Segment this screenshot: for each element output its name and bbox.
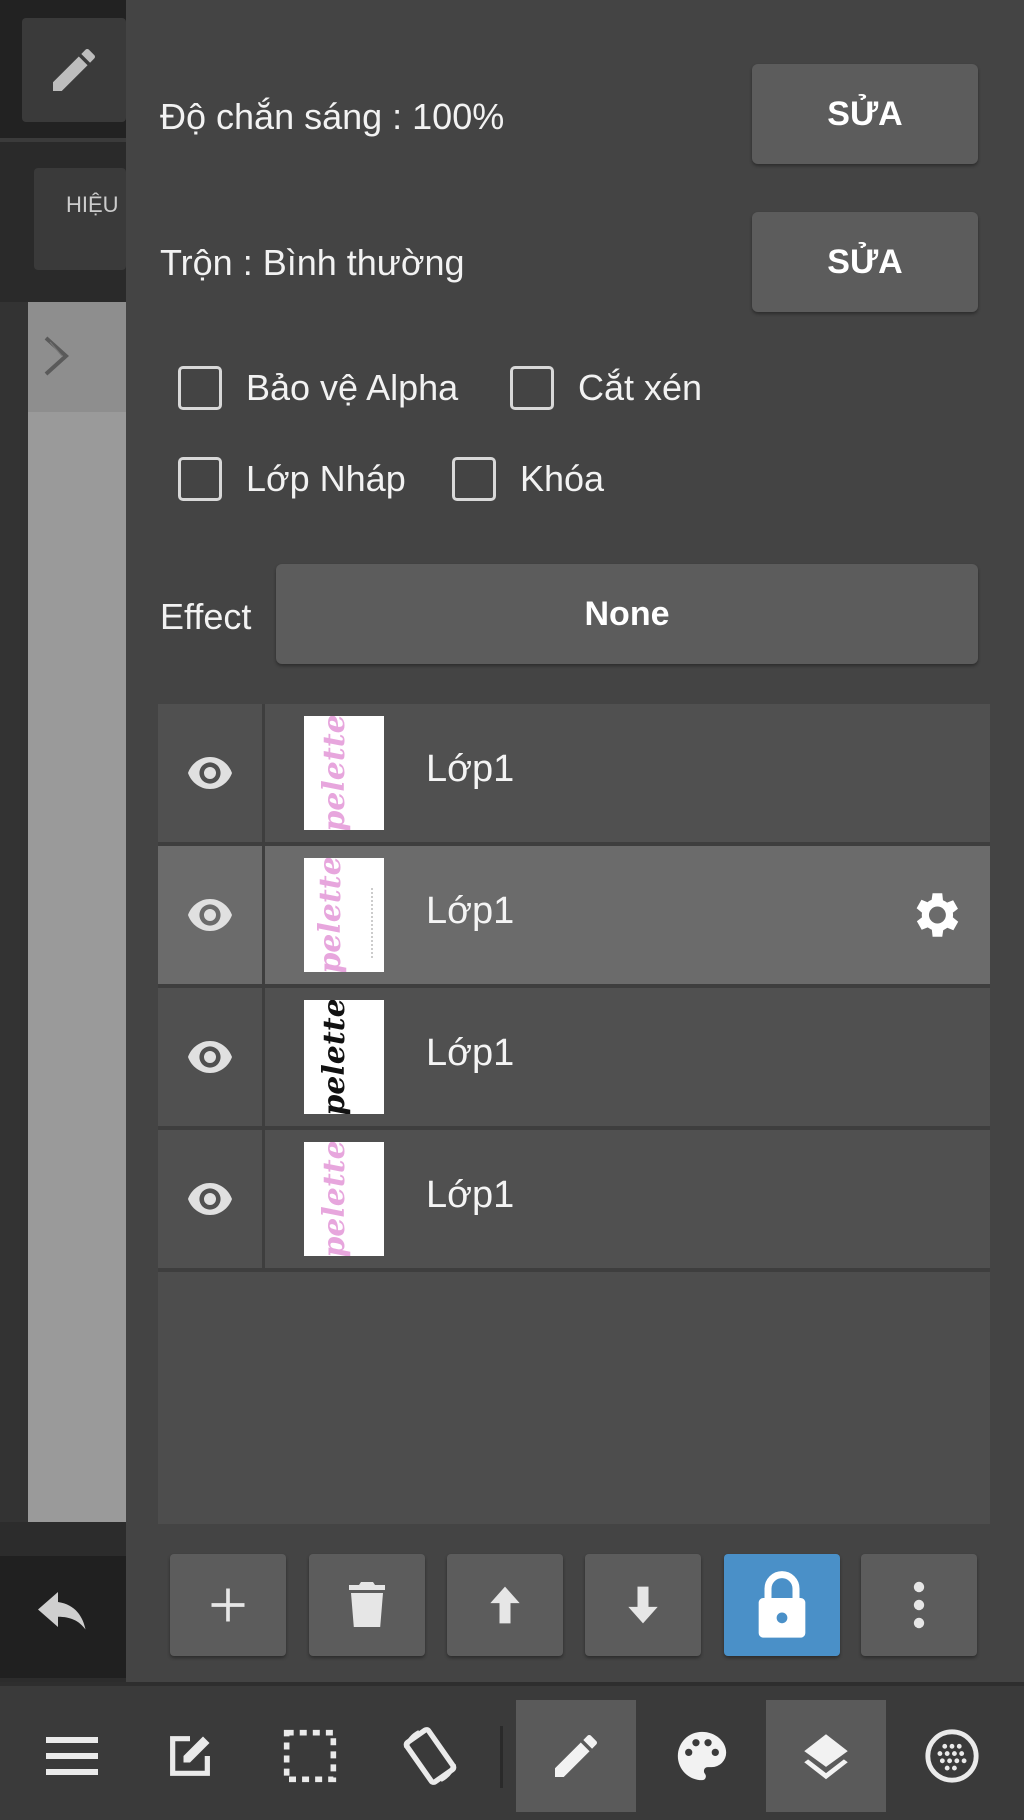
layer-thumbnail: pelette bbox=[304, 1000, 384, 1114]
layer-thumbnail: pelette bbox=[304, 716, 384, 830]
rotate-canvas-button[interactable] bbox=[370, 1700, 490, 1812]
blend-edit-button[interactable]: SỬA bbox=[752, 212, 978, 312]
column-divider bbox=[262, 846, 265, 984]
checkbox-label: Khóa bbox=[520, 458, 605, 499]
chevron-right-icon[interactable] bbox=[40, 334, 74, 383]
draft-layer-checkbox[interactable]: Lớp Nháp bbox=[178, 457, 406, 501]
opacity-label: Độ chắn sáng : 100% bbox=[160, 96, 505, 137]
add-layer-button[interactable] bbox=[170, 1554, 286, 1656]
edit-square-icon bbox=[170, 1736, 210, 1776]
column-divider bbox=[262, 988, 265, 1126]
layer-list: pelette Lớp1 pelette Lớp1 pelette Lớp1 p… bbox=[158, 704, 990, 1524]
lock-icon bbox=[758, 1571, 806, 1638]
nav-divider bbox=[500, 1726, 503, 1788]
layers-icon bbox=[804, 1734, 848, 1780]
pen-tool-button[interactable] bbox=[22, 18, 126, 122]
effect-select-button[interactable]: None bbox=[276, 564, 978, 664]
materials-button[interactable] bbox=[892, 1700, 1012, 1812]
arrow-up-icon bbox=[490, 1586, 520, 1624]
left-canvas-gutter bbox=[0, 302, 28, 1552]
edit-button[interactable] bbox=[130, 1700, 250, 1812]
alpha-protect-checkbox[interactable]: Bảo vệ Alpha bbox=[178, 366, 458, 410]
svg-text:pelette: pelette bbox=[313, 858, 348, 972]
opacity-edit-button[interactable]: SỬA bbox=[752, 64, 978, 164]
visibility-toggle[interactable] bbox=[158, 704, 262, 842]
layer-name: Lớp1 bbox=[426, 748, 515, 790]
blend-mode-label: Trộn : Bình thường bbox=[160, 242, 465, 283]
left-under-canvas bbox=[0, 1522, 126, 1552]
checkbox-label: Lớp Nháp bbox=[246, 458, 406, 499]
rotate-icon bbox=[403, 1727, 457, 1785]
layer-row-selected[interactable]: pelette Lớp1 bbox=[158, 846, 990, 984]
arrow-down-icon bbox=[628, 1586, 658, 1624]
selection-icon bbox=[283, 1729, 337, 1783]
globe-grid-icon bbox=[925, 1729, 979, 1783]
delete-layer-button[interactable] bbox=[309, 1554, 425, 1656]
layer-name: Lớp1 bbox=[426, 1032, 515, 1074]
lock-layer-button[interactable] bbox=[724, 1554, 840, 1656]
layers-button[interactable] bbox=[766, 1700, 886, 1812]
svg-text:pelette: pelette bbox=[317, 716, 352, 830]
svg-text:pelette: pelette bbox=[317, 1000, 352, 1114]
layer-name: Lớp1 bbox=[426, 1174, 515, 1216]
eye-icon bbox=[188, 899, 232, 931]
selection-button[interactable] bbox=[250, 1700, 370, 1812]
gear-icon[interactable] bbox=[906, 886, 964, 949]
row-divider bbox=[158, 1268, 990, 1272]
clipping-checkbox[interactable]: Cắt xén bbox=[510, 366, 702, 410]
undo-icon bbox=[38, 1592, 86, 1630]
checkbox-box[interactable] bbox=[178, 457, 222, 501]
menu-button[interactable] bbox=[12, 1700, 132, 1812]
column-divider bbox=[262, 1130, 265, 1268]
pencil-icon bbox=[555, 1734, 598, 1777]
move-layer-down-button[interactable] bbox=[585, 1554, 701, 1656]
checkbox-label: Bảo vệ Alpha bbox=[246, 367, 459, 408]
plus-icon bbox=[211, 1588, 245, 1622]
eye-icon bbox=[188, 1041, 232, 1073]
effect-label: Effect bbox=[160, 596, 252, 637]
visibility-toggle[interactable] bbox=[158, 988, 262, 1126]
more-vert-icon bbox=[913, 1581, 925, 1629]
layer-thumbnail: pelette bbox=[304, 1142, 384, 1256]
column-divider bbox=[262, 704, 265, 842]
effect-tab[interactable]: HIỆU bbox=[34, 168, 126, 270]
checkbox-box[interactable] bbox=[510, 366, 554, 410]
undo-button[interactable] bbox=[0, 1556, 126, 1678]
checkbox-label: Cắt xén bbox=[578, 367, 703, 408]
visibility-toggle[interactable] bbox=[158, 1130, 262, 1268]
svg-text:pelette: pelette bbox=[317, 1142, 352, 1256]
layer-row[interactable]: pelette Lớp1 bbox=[158, 704, 990, 842]
move-layer-up-button[interactable] bbox=[447, 1554, 563, 1656]
hamburger-menu-icon bbox=[46, 1737, 98, 1775]
canvas-preview bbox=[28, 302, 126, 1522]
layer-row[interactable]: pelette Lớp1 bbox=[158, 988, 990, 1126]
pencil-icon bbox=[53, 48, 96, 91]
lock-checkbox[interactable]: Khóa bbox=[452, 457, 604, 501]
eye-icon bbox=[188, 1183, 232, 1215]
layer-row[interactable]: pelette Lớp1 bbox=[158, 1130, 990, 1268]
checkbox-box[interactable] bbox=[178, 366, 222, 410]
color-palette-button[interactable] bbox=[642, 1700, 762, 1812]
layer-name: Lớp1 bbox=[426, 890, 515, 932]
trash-icon bbox=[349, 1582, 385, 1627]
palette-icon bbox=[677, 1731, 727, 1781]
visibility-toggle[interactable] bbox=[158, 846, 262, 984]
bottom-navigation bbox=[0, 1682, 1024, 1820]
layer-thumbnail: pelette bbox=[304, 858, 384, 972]
brush-button[interactable] bbox=[516, 1700, 636, 1812]
more-options-button[interactable] bbox=[861, 1554, 977, 1656]
checkbox-box[interactable] bbox=[452, 457, 496, 501]
eye-icon bbox=[188, 757, 232, 789]
